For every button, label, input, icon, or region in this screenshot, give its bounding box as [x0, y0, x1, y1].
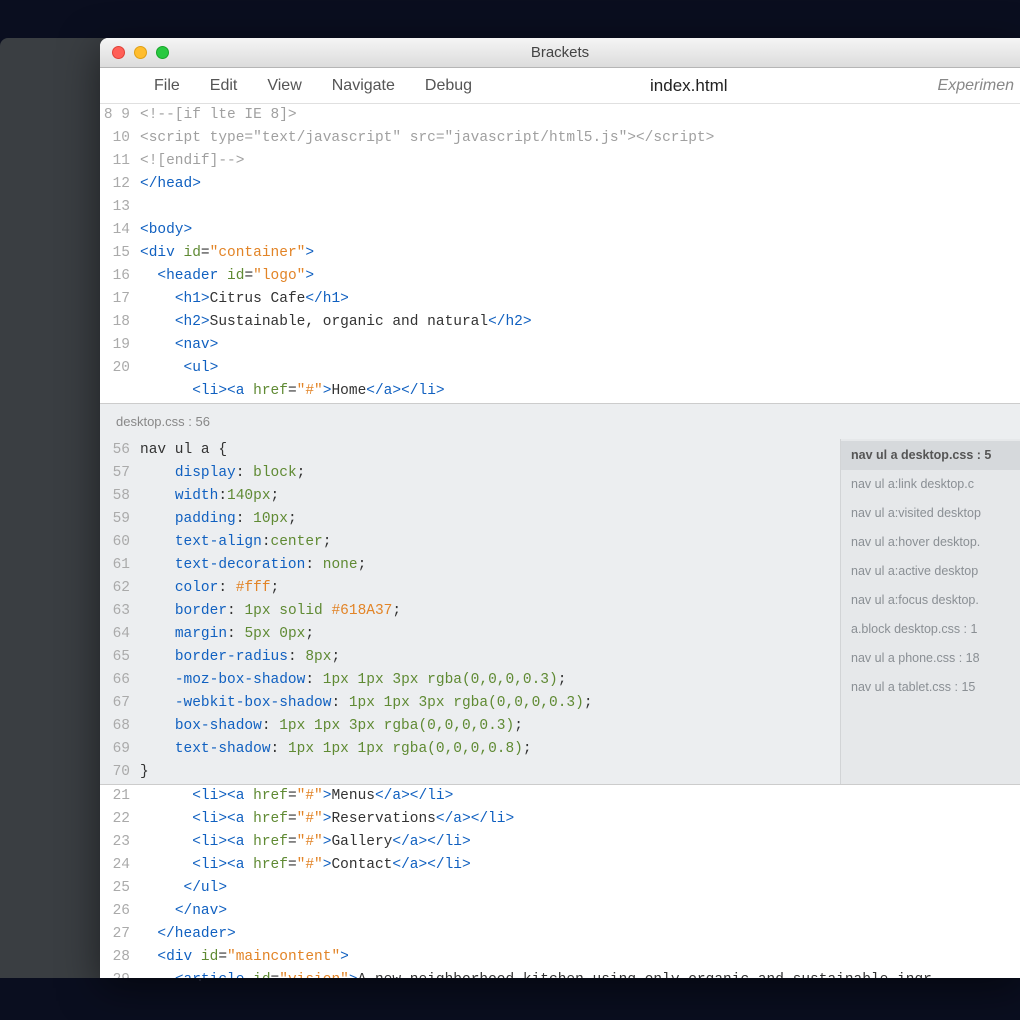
window-title: Brackets: [531, 44, 589, 61]
maximize-icon[interactable]: [156, 46, 169, 59]
menu-file[interactable]: File: [154, 77, 180, 95]
menubar: File Edit View Navigate Debug index.html…: [100, 68, 1020, 104]
experimental-label[interactable]: Experimen: [938, 77, 1020, 95]
css-rule-item[interactable]: nav ul a:visited desktop: [841, 499, 1020, 528]
window-titlebar[interactable]: Brackets: [100, 38, 1020, 68]
project-sidebar[interactable]: [0, 38, 108, 978]
menu-navigate[interactable]: Navigate: [332, 77, 395, 95]
inline-css-editor[interactable]: desktop.css : 56 56 57 58 59 60 61 62 63…: [100, 403, 1020, 785]
menu-edit[interactable]: Edit: [210, 77, 238, 95]
editor-body: 8 9 10 11 12 13 14 15 16 17 18 19 20 <!-…: [100, 104, 1020, 978]
css-rule-list: nav ul a desktop.css : 5nav ul a:link de…: [840, 439, 1020, 784]
code-bottom[interactable]: 21 22 23 24 25 26 27 28 29 30 31 32 33 <…: [100, 785, 1020, 978]
inline-code[interactable]: 56 57 58 59 60 61 62 63 64 65 66 67 68 6…: [100, 439, 840, 784]
code-editor[interactable]: 8 9 10 11 12 13 14 15 16 17 18 19 20 <!-…: [100, 104, 1020, 978]
current-filename: index.html: [650, 76, 727, 96]
code-top[interactable]: 8 9 10 11 12 13 14 15 16 17 18 19 20 <!-…: [100, 104, 1020, 403]
window-controls: [112, 46, 169, 59]
css-rule-item[interactable]: a.block desktop.css : 1: [841, 615, 1020, 644]
minimize-icon[interactable]: [134, 46, 147, 59]
css-rule-item[interactable]: nav ul a phone.css : 18: [841, 644, 1020, 673]
close-icon[interactable]: [112, 46, 125, 59]
css-rule-item[interactable]: nav ul a desktop.css : 5: [841, 441, 1020, 470]
css-rule-item[interactable]: nav ul a:active desktop: [841, 557, 1020, 586]
css-rule-item[interactable]: nav ul a tablet.css : 15: [841, 673, 1020, 702]
inline-editor-header: desktop.css : 56: [100, 404, 1020, 439]
css-rule-item[interactable]: nav ul a:hover desktop.: [841, 528, 1020, 557]
css-rule-item[interactable]: nav ul a:link desktop.c: [841, 470, 1020, 499]
css-rule-item[interactable]: nav ul a:focus desktop.: [841, 586, 1020, 615]
app-window: Brackets File Edit View Navigate Debug i…: [100, 38, 1020, 978]
menu-view[interactable]: View: [267, 77, 301, 95]
menu-debug[interactable]: Debug: [425, 77, 472, 95]
